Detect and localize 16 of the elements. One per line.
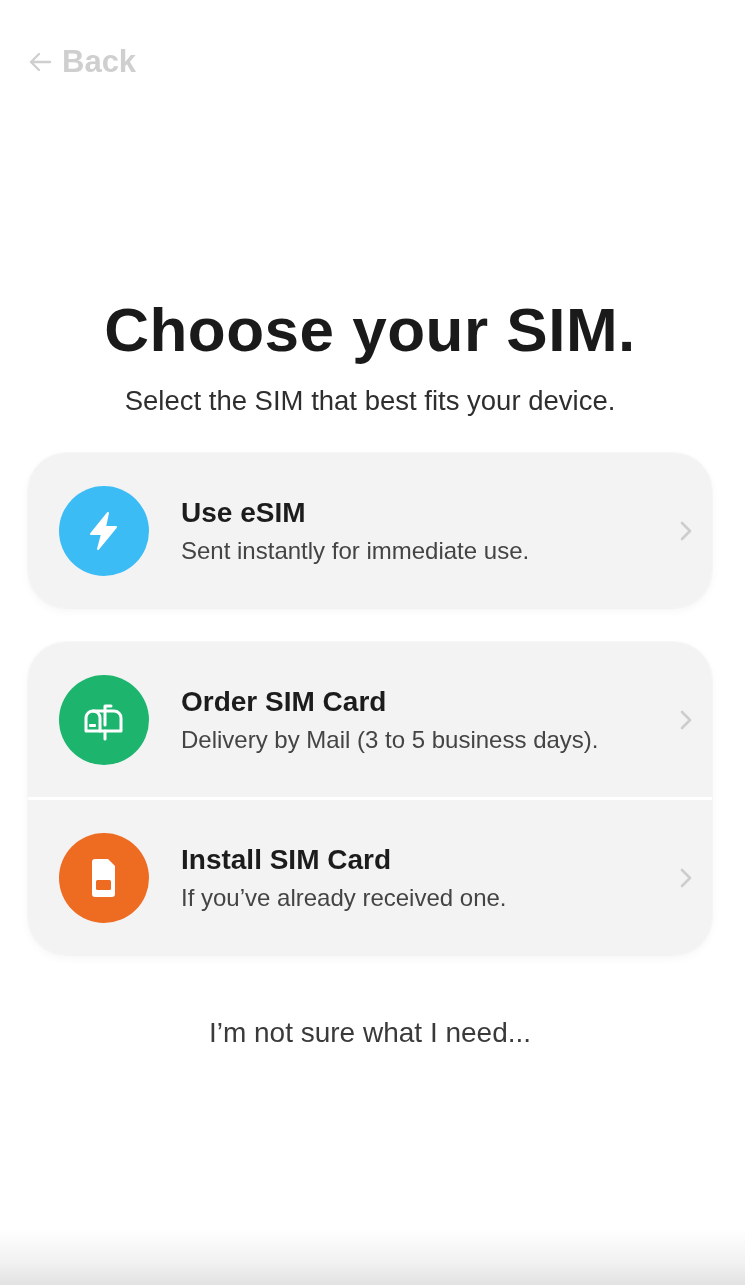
chevron-right-icon [680, 520, 692, 541]
option-row[interactable]: Install SIM Card If you’ve already received one. [28, 800, 712, 955]
chevron-right-icon [680, 867, 692, 888]
arrow-left-icon [28, 52, 52, 72]
page-subtitle: Select the SIM that best fits your device. [123, 384, 617, 418]
option-description: Delivery by Mail (3 to 5 business days). [181, 724, 600, 755]
chevron-right-icon [680, 709, 692, 730]
option-row[interactable]: Use eSIM Sent instantly for immediate use. [28, 453, 712, 608]
option-description: Sent instantly for immediate use. [181, 535, 531, 566]
page-title: Choose your SIM. [103, 294, 637, 366]
option-title: Use eSIM [181, 495, 307, 530]
help-link[interactable]: I’m not sure what I need... [208, 1015, 532, 1051]
option-title: Install SIM Card [181, 842, 393, 877]
option-row[interactable]: Order SIM Card Delivery by Mail (3 to 5 business days). [28, 642, 712, 797]
option-description: If you’ve already received one. [181, 882, 508, 913]
option-title: Order SIM Card [181, 684, 388, 719]
